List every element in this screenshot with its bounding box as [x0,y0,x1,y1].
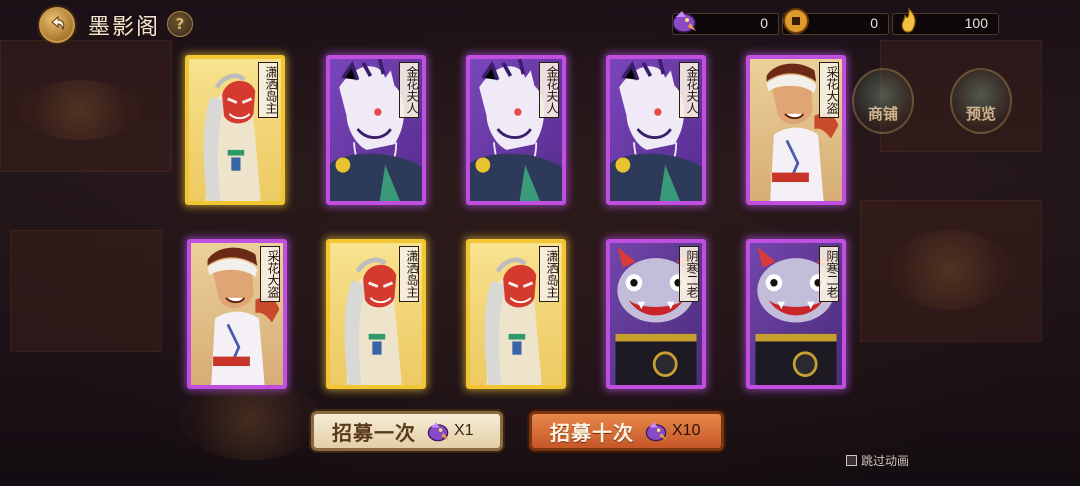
shop-label: 商铺 [867,105,898,123]
recruit-once-label: 招募一次 [332,420,416,445]
page-title: 墨影阁 [88,15,161,40]
recruit-ten-cost: X10 [672,422,701,439]
currency-value: 0 [760,15,768,31]
hero-name: 阴寒二老 [819,246,839,302]
recruit-once-cost: X1 [454,422,474,439]
hero-name: 采花大盗 [819,62,839,118]
hero-card[interactable]: 潇洒岛主 [185,55,285,205]
currency-value: 0 [870,15,878,31]
hero-card[interactable]: 金花夫人 [606,55,706,205]
hero-card[interactable]: 潇洒岛主 [466,239,566,389]
hero-name: 采花大盗 [260,246,280,302]
hero-card[interactable]: 阴寒二老 [746,239,846,389]
hero-card[interactable]: 金花夫人 [466,55,566,205]
back-arrow-icon [51,15,65,31]
purple-bird-token-icon [427,422,449,442]
hero-name: 阴寒二老 [679,246,699,302]
recruit-ten-label: 招募十次 [550,420,634,445]
hero-card[interactable]: 采花大盗 [187,239,287,389]
preview-label: 预览 [965,105,996,123]
copper-coin-icon [783,8,809,34]
hero-name: 金花夫人 [399,62,419,118]
help-button[interactable]: ? [167,11,193,37]
hero-name: 金花夫人 [679,62,699,118]
help-icon: ? [175,15,185,33]
gold-flame-icon [901,7,916,33]
hero-name: 潇洒岛主 [539,246,559,302]
recruit-screen: 墨影阁 ? 0 0 100 商铺 预览 潇洒岛主 金花夫人 金花夫人 金花夫人 … [0,0,1080,486]
back-button[interactable] [37,5,77,45]
currency-value: 100 [964,15,988,31]
hero-name: 潇洒岛主 [258,62,278,118]
hero-name: 潇洒岛主 [399,246,419,302]
skip-animation-checkbox[interactable] [846,455,857,466]
hero-card[interactable]: 阴寒二老 [606,239,706,389]
hero-name: 金花夫人 [539,62,559,118]
recruit-ten-button[interactable]: 招募十次 X10 [529,411,724,451]
shop-button[interactable]: 商铺 [852,68,914,134]
purple-bird-token-icon [645,422,667,442]
skip-animation-toggle[interactable]: 跳过动画 [846,452,909,469]
hero-card[interactable]: 采花大盗 [746,55,846,205]
hero-card[interactable]: 潇洒岛主 [326,239,426,389]
hero-card[interactable]: 金花夫人 [326,55,426,205]
skip-animation-label: 跳过动画 [861,454,910,468]
preview-button[interactable]: 预览 [950,68,1012,134]
purple-bird-token-icon [672,11,696,33]
recruit-once-button[interactable]: 招募一次 X1 [311,411,503,451]
